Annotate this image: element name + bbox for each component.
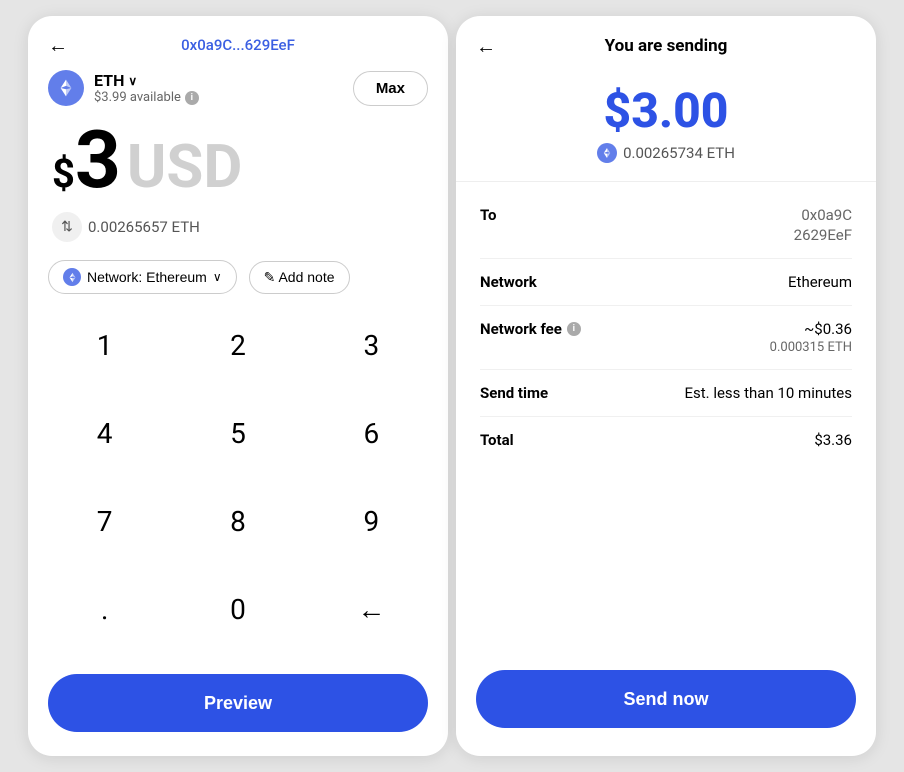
swap-currency-button[interactable]: ⇅ <box>52 212 82 242</box>
token-chevron-icon: ∨ <box>128 74 137 88</box>
token-row: ETH ∨ $3.99 available i Max <box>28 62 448 110</box>
eth-amount-row: ⇅ 0.00265657 ETH <box>28 204 448 254</box>
sending-eth-amount: 0.00265734 ETH <box>623 144 735 162</box>
dollar-sign: $ <box>52 150 75 197</box>
token-info: ETH ∨ $3.99 available i <box>48 70 199 106</box>
numpad-key-8[interactable]: 8 <box>171 486 304 556</box>
max-button[interactable]: Max <box>353 71 428 106</box>
fee-label: Network fee <box>480 320 562 338</box>
preview-button[interactable]: Preview <box>48 674 428 732</box>
fee-label-row: Network fee i <box>480 320 581 338</box>
fee-value-multi: ~$0.36 0.000315 ETH <box>770 320 852 355</box>
network-chevron-icon: ∨ <box>213 270 222 284</box>
numpad-key-9[interactable]: 9 <box>305 486 438 556</box>
you-are-sending-title: You are sending <box>605 36 728 56</box>
details-section: To 0x0a9C 2629EeF Network Ethereum Netwo… <box>456 182 876 658</box>
options-row: Network: Ethereum ∨ ✎ Add note <box>28 254 448 310</box>
network-fee-row: Network fee i ~$0.36 0.000315 ETH <box>480 306 852 370</box>
wallet-address: 0x0a9C...629EeF <box>181 36 295 54</box>
total-value: $3.36 <box>814 431 852 449</box>
numpad-key-7[interactable]: 7 <box>38 486 171 556</box>
back-button-right[interactable]: ← <box>476 34 496 59</box>
numpad-key-0[interactable]: 0 <box>171 574 304 644</box>
network-detail-label: Network <box>480 273 537 291</box>
token-available: $3.99 available i <box>94 90 199 105</box>
available-info-icon[interactable]: i <box>185 91 199 105</box>
sending-eth-amount-row: 0.00265734 ETH <box>597 143 735 163</box>
eth-amount-text: 0.00265657 ETH <box>88 218 200 236</box>
to-address: 0x0a9C 2629EeF <box>794 206 852 244</box>
back-button-left[interactable]: ← <box>48 33 68 58</box>
sending-amount-section: $3.00 0.00265734 ETH <box>456 64 876 182</box>
token-name[interactable]: ETH ∨ <box>94 71 199 90</box>
eth-token-icon <box>48 70 84 106</box>
total-label: Total <box>480 431 514 449</box>
send-time-value: Est. less than 10 minutes <box>684 384 852 402</box>
send-time-label: Send time <box>480 384 548 402</box>
fee-eth-value: 0.000315 ETH <box>770 340 852 355</box>
numpad-key-backspace[interactable]: ← <box>305 574 438 644</box>
add-note-label: ✎ Add note <box>264 269 335 286</box>
numpad-key-6[interactable]: 6 <box>305 398 438 468</box>
to-address-line2: 2629EeF <box>794 226 852 244</box>
numpad-key-3[interactable]: 3 <box>305 310 438 380</box>
network-eth-icon <box>63 268 81 286</box>
numpad-key-5[interactable]: 5 <box>171 398 304 468</box>
to-row: To 0x0a9C 2629EeF <box>480 192 852 259</box>
to-label: To <box>480 206 497 224</box>
fee-usd-value: ~$0.36 <box>804 320 852 338</box>
send-screen-right: ← You are sending $3.00 0.00265734 ETH <box>456 16 876 756</box>
right-header: ← You are sending <box>456 16 876 64</box>
amount-display: $ 3 USD <box>28 110 448 204</box>
numpad-key-dot[interactable]: . <box>38 574 171 644</box>
numpad-key-2[interactable]: 2 <box>171 310 304 380</box>
numpad: 123 456 789.0← <box>28 310 448 662</box>
token-label: ETH ∨ $3.99 available i <box>94 71 199 105</box>
left-header: ← 0x0a9C...629EeF <box>28 16 448 62</box>
fee-info-icon[interactable]: i <box>567 322 581 336</box>
total-row: Total $3.36 <box>480 417 852 463</box>
add-note-button[interactable]: ✎ Add note <box>249 261 350 294</box>
to-address-line1: 0x0a9C <box>801 206 852 224</box>
numpad-key-1[interactable]: 1 <box>38 310 171 380</box>
amount-number: 3 <box>75 120 121 200</box>
network-row: Network Ethereum <box>480 259 852 306</box>
send-screen-left: ← 0x0a9C...629EeF ETH ∨ <box>28 16 448 756</box>
numpad-key-4[interactable]: 4 <box>38 398 171 468</box>
send-time-row: Send time Est. less than 10 minutes <box>480 370 852 417</box>
network-detail-value: Ethereum <box>788 273 852 291</box>
currency-label: USD <box>127 137 243 197</box>
sending-eth-icon <box>597 143 617 163</box>
network-button[interactable]: Network: Ethereum ∨ <box>48 260 237 294</box>
network-label: Network: Ethereum <box>87 269 207 285</box>
sending-usd-amount: $3.00 <box>604 82 729 139</box>
send-now-button[interactable]: Send now <box>476 670 856 728</box>
